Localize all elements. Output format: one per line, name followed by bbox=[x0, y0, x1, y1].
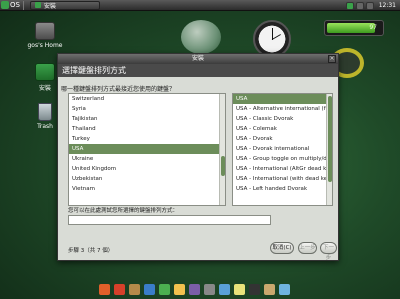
installer-icon bbox=[35, 63, 55, 81]
keyboard-test-input[interactable] bbox=[68, 215, 271, 225]
keyboard-question: 哪一種鍵盤排列方式最接近您使用的鍵盤？ bbox=[61, 86, 176, 93]
dialog-title: 安裝 bbox=[191, 55, 204, 62]
install-icon bbox=[34, 2, 41, 8]
variant-list-item[interactable]: USA - International (AltGr dead keys) bbox=[233, 164, 332, 174]
top-panel: OS 安裝 12:31 bbox=[0, 0, 400, 11]
desktop-home-icon[interactable]: gos's Home bbox=[20, 22, 70, 49]
battery-level bbox=[327, 23, 375, 33]
home-label: gos's Home bbox=[27, 42, 63, 49]
logo-text: OS bbox=[10, 1, 20, 9]
home-folder-icon bbox=[35, 22, 55, 40]
folder-icon[interactable] bbox=[128, 283, 140, 295]
tools-icon[interactable] bbox=[218, 283, 230, 295]
variant-list-item[interactable]: USA bbox=[233, 94, 332, 104]
taskbar-window-button[interactable]: 安裝 bbox=[29, 0, 100, 10]
country-list-item[interactable]: Ukraine bbox=[69, 154, 225, 164]
variant-list-item[interactable]: USA - International (with dead keys) bbox=[233, 174, 332, 184]
battery-value: 97 bbox=[369, 24, 377, 31]
scroll-thumb[interactable] bbox=[328, 96, 332, 182]
install-dialog: 安裝 × 選擇鍵盤排列方式 哪一種鍵盤排列方式最接近您使用的鍵盤？ Switze… bbox=[57, 53, 339, 261]
variant-list[interactable]: USAUSA - Alternative international (form… bbox=[232, 93, 333, 206]
variant-list-item[interactable]: USA - Classic Dvorak bbox=[233, 114, 332, 124]
country-list-item[interactable]: Thailand bbox=[69, 124, 225, 134]
country-list-item[interactable]: Syria bbox=[69, 104, 225, 114]
country-list-item[interactable]: Tajikistan bbox=[69, 114, 225, 124]
country-list-scrollbar[interactable] bbox=[219, 94, 225, 205]
chat-icon[interactable] bbox=[143, 283, 155, 295]
variant-list-item[interactable]: USA - Group toggle on multiply/divide ke… bbox=[233, 154, 332, 164]
globe-widget[interactable] bbox=[181, 20, 221, 54]
country-list[interactable]: Switzerland Syria Tajikistan Thailand Turkey… bbox=[68, 93, 226, 206]
variant-list-item[interactable]: USA - Left handed Dvorak bbox=[233, 184, 332, 194]
country-list-item[interactable]: United Kingdom bbox=[69, 164, 225, 174]
help-icon[interactable] bbox=[278, 283, 290, 295]
network-icon[interactable] bbox=[355, 1, 364, 10]
separator bbox=[22, 0, 24, 10]
trash-icon bbox=[38, 103, 52, 121]
variant-list-scrollbar[interactable] bbox=[326, 94, 332, 205]
country-list-item[interactable]: Vietnam bbox=[69, 184, 225, 194]
variant-list-item[interactable]: USA - Dvorak international bbox=[233, 144, 332, 154]
taskbar-window-label: 安裝 bbox=[43, 2, 56, 10]
photo-icon[interactable] bbox=[173, 283, 185, 295]
trash-label: Trash bbox=[37, 123, 53, 130]
battery-widget[interactable]: 97 bbox=[324, 20, 384, 36]
close-icon[interactable]: × bbox=[328, 55, 336, 63]
video-icon[interactable] bbox=[188, 283, 200, 295]
variant-list-item[interactable]: USA - Colemak bbox=[233, 124, 332, 134]
clock-minute-hand bbox=[271, 34, 281, 40]
weather-icon[interactable] bbox=[233, 283, 245, 295]
logo-icon bbox=[1, 1, 9, 9]
volume-icon[interactable] bbox=[365, 1, 374, 10]
music-icon[interactable] bbox=[158, 283, 170, 295]
country-list-item[interactable]: Uzbekistan bbox=[69, 174, 225, 184]
dialog-header: 選擇鍵盤排列方式 bbox=[58, 64, 338, 77]
country-list-item[interactable]: Switzerland bbox=[69, 94, 225, 104]
os-menu-button[interactable]: OS bbox=[1, 0, 20, 11]
back-button[interactable]: 上一步 bbox=[298, 242, 317, 254]
system-tray: 12:31 bbox=[344, 0, 400, 11]
variant-list-item[interactable]: USA - Alternative international (former … bbox=[233, 104, 332, 114]
dialog-footer: 步驟 3（共 7 個） 取消(C) 上一步 下一步 bbox=[58, 238, 338, 261]
test-label: 您可以在此處測試您所選擇的鍵盤排列方式： bbox=[68, 208, 179, 214]
country-list-item[interactable]: USA bbox=[69, 144, 225, 154]
variant-list-item[interactable]: USA - Dvorak bbox=[233, 134, 332, 144]
mail-icon[interactable] bbox=[113, 283, 125, 295]
settings-icon[interactable] bbox=[203, 283, 215, 295]
install-label: 安裝 bbox=[38, 85, 51, 92]
dock bbox=[54, 282, 334, 296]
terminal-icon[interactable] bbox=[248, 283, 260, 295]
firefox-icon[interactable] bbox=[98, 283, 110, 295]
scroll-thumb[interactable] bbox=[221, 156, 225, 176]
country-list-item[interactable]: Turkey bbox=[69, 134, 225, 144]
clock[interactable]: 12:31 bbox=[379, 2, 396, 9]
dialog-titlebar[interactable]: 安裝 × bbox=[58, 54, 338, 64]
update-icon[interactable] bbox=[345, 1, 354, 10]
step-indicator: 步驟 3（共 7 個） bbox=[68, 248, 114, 254]
cancel-button[interactable]: 取消(C) bbox=[270, 242, 294, 254]
forward-button[interactable]: 下一步 bbox=[320, 242, 337, 261]
files-icon[interactable] bbox=[263, 283, 275, 295]
